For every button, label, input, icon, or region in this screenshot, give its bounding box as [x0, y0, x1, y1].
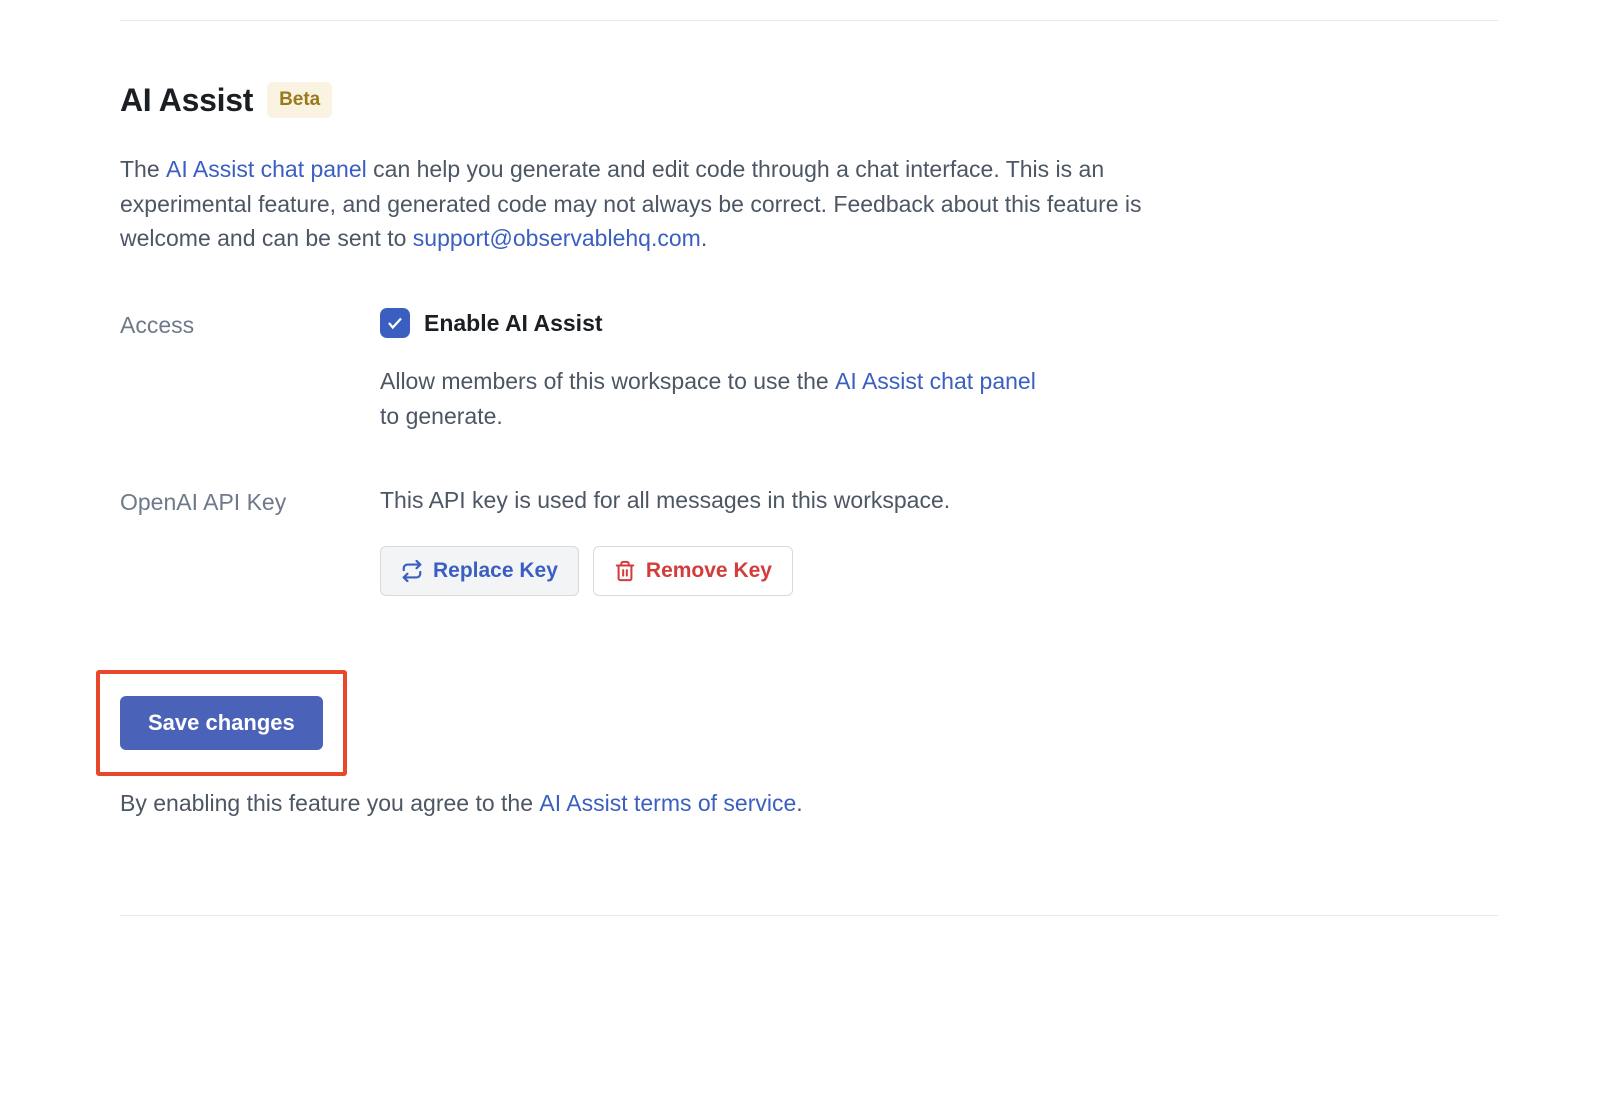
replace-icon [401, 560, 423, 582]
enable-ai-assist-label: Enable AI Assist [424, 306, 603, 341]
access-hint: Allow members of this workspace to use t… [380, 364, 1040, 433]
enable-ai-assist-checkbox[interactable] [380, 308, 410, 338]
beta-badge: Beta [267, 82, 332, 119]
remove-key-button-label: Remove Key [646, 559, 772, 583]
section-title: AI Assist [120, 76, 253, 124]
remove-key-button[interactable]: Remove Key [593, 546, 793, 596]
openai-api-key-label: OpenAI API Key [120, 483, 380, 520]
access-hint-suffix: to generate. [380, 403, 503, 429]
save-changes-button[interactable]: Save changes [120, 696, 323, 750]
section-description: The AI Assist chat panel can help you ge… [120, 152, 1190, 256]
section-divider-bottom [120, 915, 1498, 916]
ai-assist-chat-panel-link[interactable]: AI Assist chat panel [166, 156, 367, 182]
terms-text: By enabling this feature you agree to th… [120, 786, 1498, 821]
access-hint-prefix: Allow members of this workspace to use t… [380, 368, 835, 394]
section-divider-top [120, 20, 1498, 21]
save-button-highlight: Save changes [96, 670, 347, 776]
description-text-suffix: . [701, 225, 707, 251]
support-email-link[interactable]: support@observablehq.com [413, 225, 701, 251]
replace-key-button-label: Replace Key [433, 559, 558, 583]
replace-key-button[interactable]: Replace Key [380, 546, 579, 596]
terms-of-service-link[interactable]: AI Assist terms of service [539, 790, 796, 816]
terms-prefix: By enabling this feature you agree to th… [120, 790, 539, 816]
terms-suffix: . [796, 790, 802, 816]
api-key-hint: This API key is used for all messages in… [380, 483, 1040, 518]
ai-assist-chat-panel-link-2[interactable]: AI Assist chat panel [835, 368, 1036, 394]
check-icon [386, 314, 404, 332]
description-text-prefix: The [120, 156, 166, 182]
trash-icon [614, 560, 636, 582]
access-label: Access [120, 306, 380, 343]
